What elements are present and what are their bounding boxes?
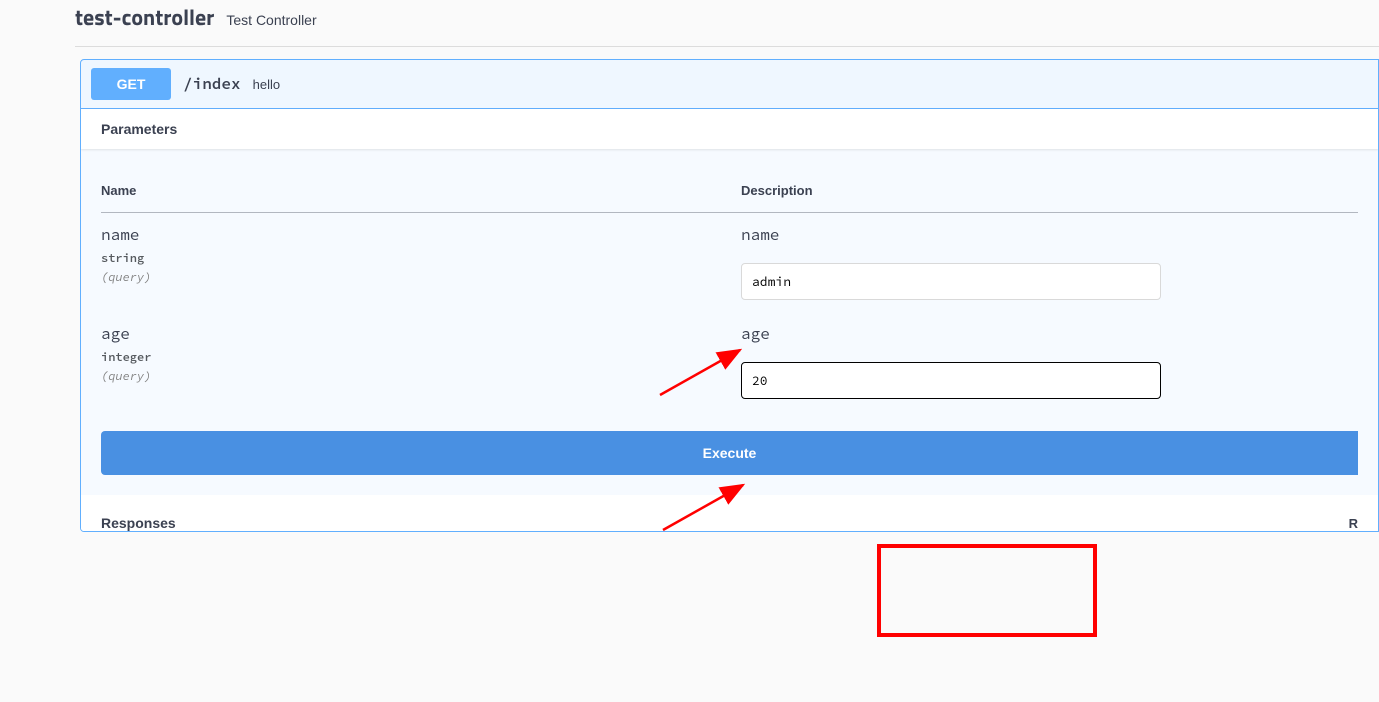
tag-name: test-controller: [75, 0, 214, 34]
parameter-row: age integer (query) age: [101, 312, 1358, 411]
parameters-table: Name Description name string (query): [101, 169, 1358, 411]
tag-header[interactable]: test-controller Test Controller: [15, 0, 1379, 34]
param-type: string: [101, 251, 741, 266]
divider: [75, 46, 1379, 47]
param-name: age: [101, 324, 741, 344]
parameters-area: Name Description name string (query): [81, 149, 1378, 495]
responses-area: Responses R: [81, 495, 1378, 531]
param-age-input[interactable]: [741, 362, 1161, 399]
column-description-header: Description: [741, 169, 1358, 213]
tag-description: Test Controller: [226, 12, 316, 28]
param-description-label: age: [741, 324, 1358, 344]
operation-path: /index: [183, 74, 241, 94]
responses-heading: Responses: [101, 515, 176, 531]
swagger-container: test-controller Test Controller GET /ind…: [15, 0, 1379, 532]
responses-right-label: R: [1349, 516, 1358, 531]
parameter-row: name string (query) name: [101, 213, 1358, 313]
param-name: name: [101, 225, 741, 245]
operation-summary[interactable]: GET /index hello: [81, 60, 1378, 109]
operation-summary-text: hello: [253, 77, 280, 92]
execute-wrapper: Execute: [101, 411, 1358, 475]
annotation-box-execute: [877, 544, 1097, 637]
parameters-heading: Parameters: [81, 109, 1378, 149]
param-in: (query): [101, 270, 741, 285]
param-in: (query): [101, 369, 741, 384]
operation-block: GET /index hello Parameters Name Descrip…: [80, 59, 1379, 532]
param-name-input[interactable]: [741, 263, 1161, 300]
method-badge: GET: [91, 68, 171, 100]
execute-button[interactable]: Execute: [101, 431, 1358, 475]
operation-body: Parameters Name Description name str: [81, 109, 1378, 531]
column-name-header: Name: [101, 169, 741, 213]
param-type: integer: [101, 350, 741, 365]
param-description-label: name: [741, 225, 1358, 245]
